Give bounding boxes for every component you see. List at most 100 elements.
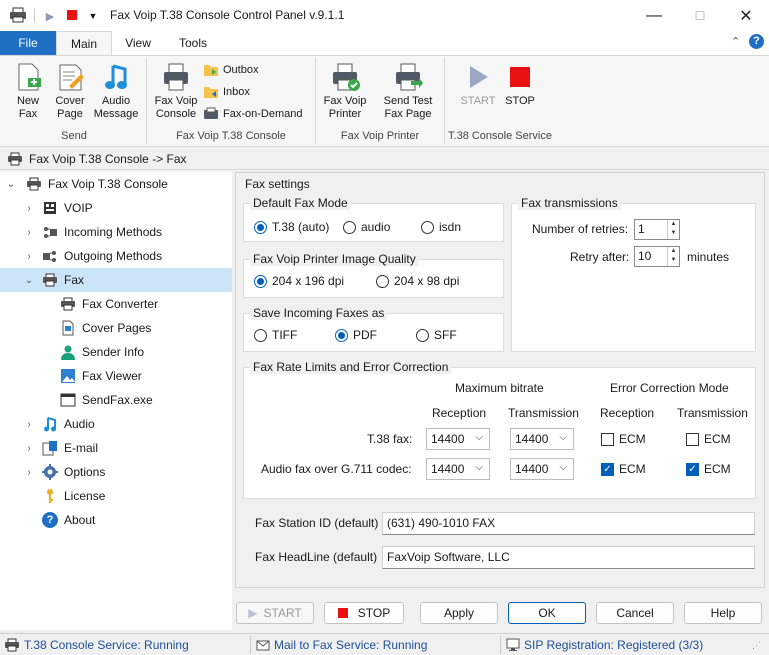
folder-out-icon: [203, 63, 219, 77]
mode-audio-radio[interactable]: audio: [343, 220, 390, 234]
audio-message-button[interactable]: Audio Message: [94, 62, 138, 121]
chevron-right-icon[interactable]: ›: [22, 227, 36, 238]
start-icon: ▶: [248, 606, 258, 620]
chevron-right-icon[interactable]: ›: [22, 419, 36, 430]
inbox-button[interactable]: Inbox: [203, 85, 250, 99]
spin-up-icon[interactable]: ▲: [668, 247, 679, 256]
t38-transmission-select[interactable]: 14400 ⌵: [510, 428, 574, 450]
save-tiff-radio[interactable]: TIFF: [254, 328, 297, 342]
quality-204x196-radio[interactable]: 204 x 196 dpi: [254, 274, 344, 288]
chevron-right-icon[interactable]: ›: [22, 251, 36, 262]
retry-after-stepper[interactable]: 10 ▲ ▼: [634, 246, 680, 267]
tree-item-voip[interactable]: › VOIP: [0, 196, 232, 220]
start-button[interactable]: ▶ START: [236, 602, 314, 624]
ribbon-start-button[interactable]: START: [458, 62, 498, 108]
chevron-right-icon[interactable]: ›: [22, 443, 36, 454]
tab-file[interactable]: File: [0, 31, 56, 55]
audio-ecm-reception-checkbox[interactable]: ✓ ECM: [601, 462, 646, 476]
t38-reception-select[interactable]: 14400 ⌵: [426, 428, 490, 450]
audio-reception-select[interactable]: 14400 ⌵: [426, 458, 490, 480]
minimize-button[interactable]: —: [631, 0, 677, 31]
ok-button[interactable]: OK: [508, 602, 586, 624]
resize-grip[interactable]: ⋰: [752, 640, 761, 651]
stop-icon[interactable]: [67, 10, 77, 20]
fax-on-demand-button[interactable]: Fax-on-Demand: [203, 107, 302, 121]
fax-transmissions-title: Fax transmissions: [518, 196, 621, 210]
tree-item-root[interactable]: ⌄ Fax Voip T.38 Console: [0, 172, 232, 196]
headline-field[interactable]: FaxVoip Software, LLC: [382, 546, 755, 569]
apply-button[interactable]: Apply: [420, 602, 498, 624]
save-pdf-radio[interactable]: PDF: [335, 328, 377, 342]
maximize-button[interactable]: ☐: [677, 0, 723, 31]
breadcrumb: Fax Voip T.38 Console -> Fax: [0, 148, 769, 170]
tree-item-audio[interactable]: › Audio: [0, 412, 232, 436]
app-printer-icon[interactable]: [9, 7, 27, 23]
spin-down-icon[interactable]: ▼: [668, 256, 679, 265]
fax-voip-printer-button[interactable]: Fax Voip Printer: [320, 62, 370, 121]
printer-icon: [42, 272, 58, 288]
tree-item-outgoing-methods[interactable]: › Outgoing Methods: [0, 244, 232, 268]
tree-item-email[interactable]: › E-mail: [0, 436, 232, 460]
cover-page-button[interactable]: Cover Page: [50, 62, 90, 121]
folder-in-icon: [203, 85, 219, 99]
tab-main[interactable]: Main: [56, 31, 112, 56]
checkbox-unchecked-icon: [686, 432, 699, 446]
new-fax-button[interactable]: New Fax: [8, 62, 48, 121]
status-divider: [500, 636, 501, 654]
fax-voip-console-button[interactable]: Fax Voip Console: [152, 62, 200, 121]
status-mail-service: Mail to Fax Service: Running: [256, 634, 427, 655]
tree-item-about[interactable]: ? About: [0, 508, 232, 532]
help-icon[interactable]: ?: [749, 34, 764, 49]
chevron-down-icon[interactable]: ⌄: [4, 179, 18, 190]
tree-item-fax-viewer[interactable]: Fax Viewer: [0, 364, 232, 388]
printer-check-icon: [330, 62, 360, 92]
audio-transmission-select[interactable]: 14400 ⌵: [510, 458, 574, 480]
radio-checked-icon: [335, 328, 348, 342]
play-icon[interactable]: ▶: [42, 8, 58, 24]
t38-ecm-reception-checkbox[interactable]: ECM: [601, 432, 646, 446]
station-id-field[interactable]: (631) 490-1010 FAX: [382, 512, 755, 535]
spin-down-icon[interactable]: ▼: [668, 229, 679, 238]
help-button[interactable]: Help: [684, 602, 762, 624]
printer-icon: [60, 296, 76, 312]
mode-t38-radio[interactable]: T.38 (auto): [254, 220, 329, 234]
retries-stepper[interactable]: 1 ▲ ▼: [634, 219, 680, 240]
t38-ecm-transmission-checkbox[interactable]: ECM: [686, 432, 731, 446]
tree-item-license[interactable]: License: [0, 484, 232, 508]
radio-unchecked-icon: [376, 274, 389, 288]
radio-unchecked-icon: [421, 220, 434, 234]
qat-dropdown-icon[interactable]: ▼: [85, 8, 101, 24]
group-service: T.38 Console Service: [448, 130, 552, 142]
chevron-right-icon[interactable]: ›: [22, 203, 36, 214]
outbox-button[interactable]: Outbox: [203, 63, 258, 77]
tree-item-fax[interactable]: ⌄ Fax: [0, 268, 232, 292]
close-button[interactable]: ✕: [723, 0, 769, 31]
headline-label: Fax HeadLine (default): [255, 550, 378, 564]
chevron-down-icon[interactable]: ⌄: [22, 275, 36, 286]
tab-view[interactable]: View: [112, 31, 164, 55]
audio-ecm-transmission-checkbox[interactable]: ✓ ECM: [686, 462, 731, 476]
save-as-title: Save Incoming Faxes as: [250, 306, 388, 320]
checkbox-checked-icon: ✓: [686, 462, 699, 476]
stop-icon: [505, 62, 535, 92]
tree-item-incoming-methods[interactable]: › Incoming Methods: [0, 220, 232, 244]
spin-up-icon[interactable]: ▲: [668, 220, 679, 229]
tree-item-fax-converter[interactable]: Fax Converter: [0, 292, 232, 316]
mode-isdn-radio[interactable]: isdn: [421, 220, 461, 234]
stop-button[interactable]: STOP: [324, 602, 404, 624]
tree-item-options[interactable]: › Options: [0, 460, 232, 484]
cancel-button[interactable]: Cancel: [596, 602, 674, 624]
save-sff-radio[interactable]: SFF: [416, 328, 457, 342]
radio-checked-icon: [254, 220, 267, 234]
tab-tools[interactable]: Tools: [164, 31, 222, 55]
collapse-ribbon-icon[interactable]: ⌃: [731, 35, 740, 48]
tree-item-sendfax[interactable]: SendFax.exe: [0, 388, 232, 412]
send-test-fax-button[interactable]: Send Test Fax Page: [380, 62, 436, 121]
quality-204x98-radio[interactable]: 204 x 98 dpi: [376, 274, 459, 288]
tree-item-cover-pages[interactable]: Cover Pages: [0, 316, 232, 340]
retries-label: Number of retries:: [532, 222, 629, 236]
chevron-right-icon[interactable]: ›: [22, 467, 36, 478]
tree-item-sender-info[interactable]: Sender Info: [0, 340, 232, 364]
group-printer: Fax Voip Printer: [340, 130, 420, 142]
ribbon-stop-button[interactable]: STOP: [500, 62, 540, 108]
